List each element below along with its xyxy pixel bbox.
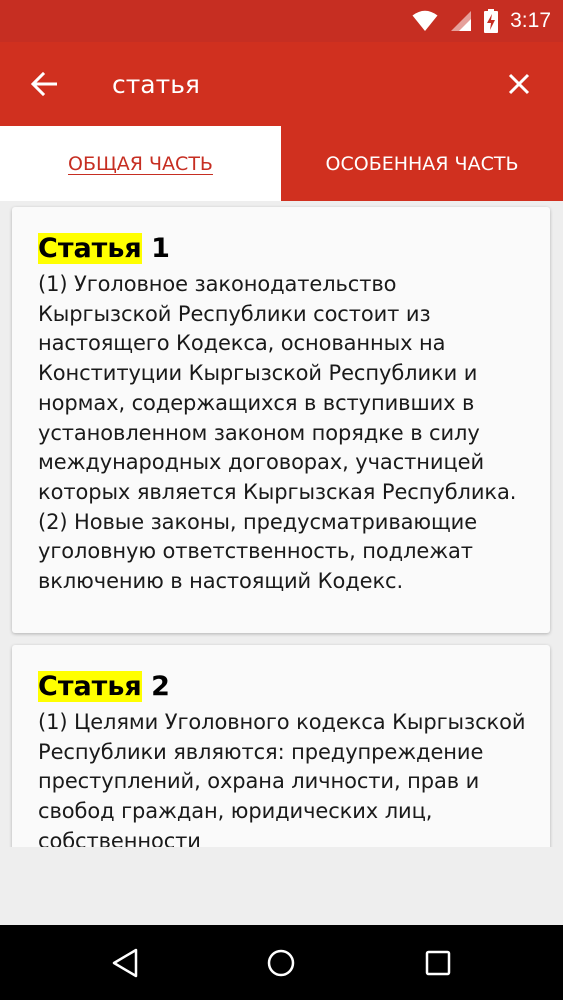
highlighted-match: Статья xyxy=(38,671,142,702)
signal-icon xyxy=(451,11,472,31)
article-text: (1) Целями Уголовного кодекса Кыргызской… xyxy=(38,710,526,847)
article-list[interactable]: Статья 1 (1) Уголовное законодательство … xyxy=(0,201,563,847)
back-arrow-icon xyxy=(31,72,57,96)
highlighted-match: Статья xyxy=(38,233,142,264)
nav-back-button[interactable] xyxy=(103,941,147,985)
back-button[interactable] xyxy=(22,62,66,106)
app-bar xyxy=(0,42,563,126)
search-input[interactable] xyxy=(112,64,472,104)
tab-bar: ОБЩАЯ ЧАСТЬ ОСОБЕННАЯ ЧАСТЬ xyxy=(0,126,563,201)
wifi-icon xyxy=(412,10,438,31)
article-title: Статья 2 xyxy=(38,670,526,704)
nav-recents-icon xyxy=(425,950,451,976)
article-number: 1 xyxy=(151,233,170,264)
article-text: (1) Уголовное законодательство Кыргызско… xyxy=(38,272,517,594)
status-time: 3:17 xyxy=(510,9,551,32)
status-bar: 3:17 xyxy=(0,0,563,42)
article-number: 2 xyxy=(151,671,170,702)
empty-area xyxy=(0,847,563,925)
tab-special-part[interactable]: ОСОБЕННАЯ ЧАСТЬ xyxy=(281,126,563,201)
nav-back-icon xyxy=(112,948,138,978)
battery-charging-icon xyxy=(484,9,499,33)
status-icons: 3:17 xyxy=(412,6,551,36)
nav-recents-button[interactable] xyxy=(416,941,460,985)
article-card[interactable]: Статья 1 (1) Уголовное законодательство … xyxy=(12,207,550,633)
nav-home-icon xyxy=(267,949,295,977)
tab-general-part[interactable]: ОБЩАЯ ЧАСТЬ xyxy=(0,126,281,201)
article-card[interactable]: Статья 2 (1) Целями Уголовного кодекса К… xyxy=(12,645,550,847)
navigation-bar xyxy=(0,925,563,1000)
close-icon xyxy=(508,73,530,95)
nav-home-button[interactable] xyxy=(259,941,303,985)
clear-search-button[interactable] xyxy=(497,62,541,106)
article-title: Статья 1 xyxy=(38,232,526,266)
